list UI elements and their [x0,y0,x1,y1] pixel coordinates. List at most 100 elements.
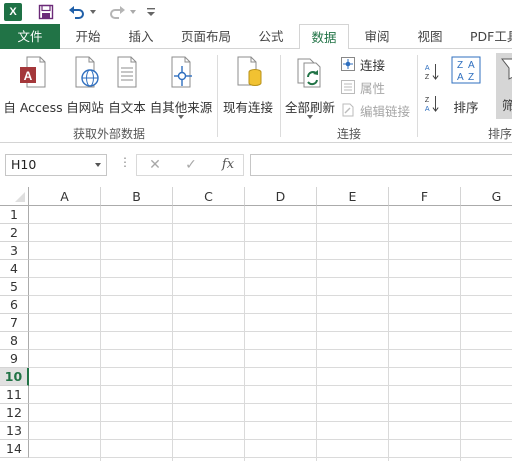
svg-text:A: A [24,69,33,83]
sort-descending-button[interactable]: ZA [424,91,444,117]
ribbon-data: A 自 Access 自网站 自文本 自其他来源 获取外部数据 现有连接 全部刷… [0,49,512,143]
cancel-icon[interactable]: ✕ [145,155,165,175]
tab-view[interactable]: 视图 [406,24,454,49]
from-access-button[interactable]: A 自 Access [2,55,64,119]
row-header[interactable]: 7 [0,314,29,332]
tab-file[interactable]: 文件 [0,24,60,49]
column-header-d[interactable]: D [245,187,317,206]
filter-funnel-icon [500,57,512,84]
from-text-button[interactable]: 自文本 [106,55,148,119]
properties-icon [340,79,356,95]
tab-home[interactable]: 开始 [64,24,112,49]
access-icon: A [18,55,48,92]
save-icon[interactable] [36,2,56,22]
edit-links-label: 编辑链接 [360,103,411,119]
redo-dropdown-icon [129,2,137,22]
tab-pdf-tools[interactable]: PDF工具 [460,24,512,49]
svg-text:A: A [425,105,430,113]
redo-icon [106,2,128,22]
refresh-icon [294,55,326,92]
group-separator [417,55,418,137]
svg-text:Z: Z [425,73,430,81]
filter-label: 筛 [496,95,512,114]
properties-button: 属性 [340,77,385,97]
row-header[interactable]: 8 [0,332,29,350]
row-header[interactable]: 4 [0,260,29,278]
row-header[interactable]: 6 [0,296,29,314]
group-label-get-external-data: 获取外部数据 [72,127,145,141]
column-header-c[interactable]: C [173,187,245,206]
web-globe-icon [70,55,100,92]
formula-input[interactable] [250,154,512,176]
filter-button[interactable]: 筛 [496,53,512,119]
formula-bar: H10 ⋮ ✕ ✓ fx [0,143,512,187]
group-label-sort-filter: 排序 [488,127,512,141]
properties-label: 属性 [360,80,386,96]
existing-connections-button[interactable]: 现有连接 [220,55,276,119]
row-header-selected[interactable]: 10 [0,368,29,386]
excel-logo-icon: X [4,3,22,21]
chevron-down-icon[interactable] [95,163,101,167]
row-header[interactable]: 12 [0,404,29,422]
cell-area[interactable] [29,206,512,461]
from-other-sources-button[interactable]: 自其他来源 [148,55,214,119]
ribbon-tab-bar: 文件 开始 插入 页面布局 公式 数据 审阅 视图 PDF工具 [0,24,512,50]
refresh-all-label: 全部刷新 [284,100,335,115]
svg-text:Z: Z [457,60,463,71]
column-header-a[interactable]: A [29,187,101,206]
from-text-label: 自文本 [108,100,146,115]
tab-formulas[interactable]: 公式 [247,24,295,49]
row-header[interactable]: 5 [0,278,29,296]
row-header[interactable]: 13 [0,422,29,440]
sort-ascending-button[interactable]: AZ [424,59,444,85]
refresh-all-button[interactable]: 全部刷新 [283,55,337,119]
quick-access-toolbar: X [0,0,512,24]
enter-icon[interactable]: ✓ [181,155,201,175]
column-header-g[interactable]: G [461,187,512,206]
connections-button[interactable]: 连接 [340,54,385,74]
formula-buttons: ✕ ✓ fx [136,154,244,176]
from-web-label: 自网站 [66,100,104,115]
formula-bar-resize-handle[interactable]: ⋮ [119,155,131,169]
sort-button[interactable]: ZAAZ 排序 [446,55,486,119]
insert-function-icon[interactable]: fx [217,155,239,175]
customize-qat-icon[interactable] [144,2,158,22]
text-file-icon [112,55,142,92]
tab-review[interactable]: 审阅 [353,24,401,49]
svg-text:Z: Z [468,72,474,83]
from-web-button[interactable]: 自网站 [64,55,106,119]
tab-data[interactable]: 数据 [299,24,349,50]
row-header[interactable]: 11 [0,386,29,404]
connections-label: 连接 [360,57,386,73]
from-access-label: 自 Access [3,100,63,115]
existing-connections-label: 现有连接 [222,100,273,115]
row-header[interactable]: 14 [0,440,29,458]
row-header[interactable]: 9 [0,350,29,368]
existing-connections-icon [233,55,263,92]
group-separator [217,55,218,137]
row-header[interactable]: 2 [0,224,29,242]
row-header[interactable]: 3 [0,242,29,260]
undo-icon[interactable] [66,2,88,22]
row-header[interactable]: 1 [0,206,29,224]
svg-text:Z: Z [425,96,430,104]
svg-text:A: A [425,64,430,72]
worksheet-grid[interactable]: A B C D E F G 1 2 3 4 5 6 7 8 9 10 11 12… [0,187,512,461]
select-all-button[interactable] [0,187,29,206]
name-box[interactable]: H10 [5,154,107,176]
undo-dropdown-icon[interactable] [89,2,97,22]
edit-links-button: 编辑链接 [340,100,410,120]
sort-za-icon: ZA [424,96,440,113]
connections-icon [340,56,356,72]
tab-page-layout[interactable]: 页面布局 [170,24,242,49]
sort-az-icon: AZ [424,64,440,81]
chevron-down-icon [178,115,184,119]
svg-text:A: A [457,72,464,83]
chevron-down-icon [307,115,313,119]
column-header-e[interactable]: E [317,187,389,206]
column-header-b[interactable]: B [101,187,173,206]
column-header-f[interactable]: F [389,187,461,206]
other-sources-icon [166,55,196,92]
name-box-value: H10 [11,157,37,172]
tab-insert[interactable]: 插入 [117,24,165,49]
